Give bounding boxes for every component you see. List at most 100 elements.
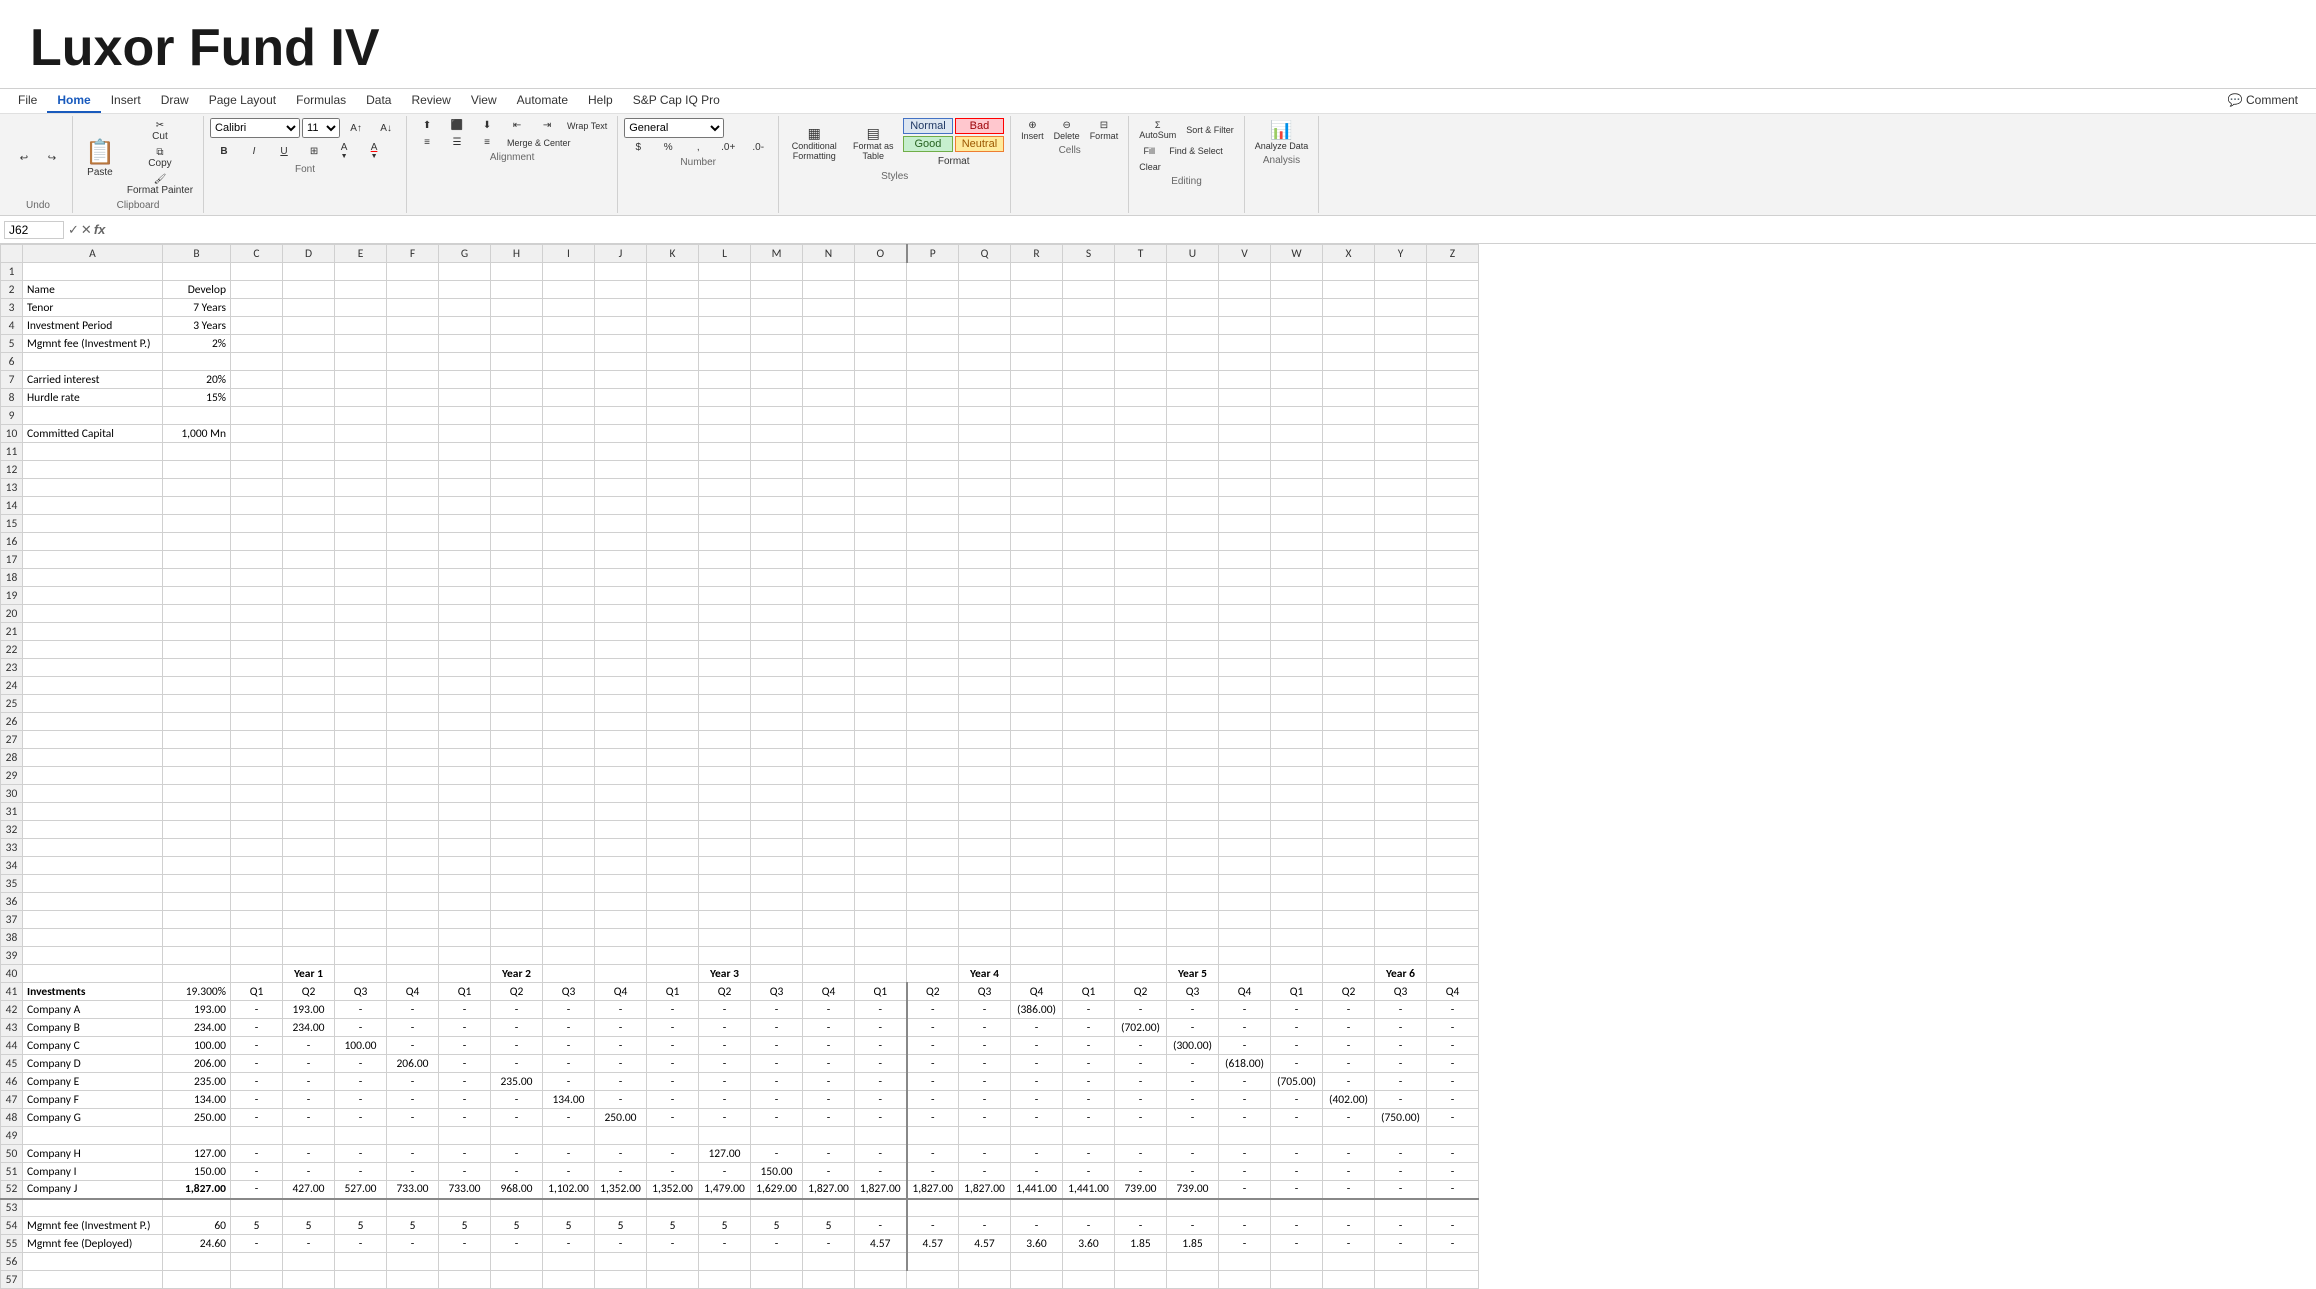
comment-button[interactable]: 💬 Comment [2218, 89, 2308, 113]
cell[interactable]: - [1271, 1019, 1323, 1037]
cell[interactable]: - [1063, 1073, 1115, 1091]
cell[interactable]: - [231, 1001, 283, 1019]
cell[interactable] [491, 1199, 543, 1217]
cell[interactable] [1375, 677, 1427, 695]
col-header-d[interactable]: D [283, 245, 335, 263]
cell[interactable]: - [491, 1163, 543, 1181]
col-header-i[interactable]: I [543, 245, 595, 263]
cell[interactable] [387, 371, 439, 389]
cell[interactable] [163, 587, 231, 605]
cell[interactable] [803, 461, 855, 479]
cell[interactable] [163, 551, 231, 569]
cell[interactable] [751, 299, 803, 317]
cell[interactable] [231, 407, 283, 425]
cell[interactable] [751, 317, 803, 335]
cell[interactable] [1011, 767, 1063, 785]
cell[interactable] [1011, 695, 1063, 713]
cell[interactable] [439, 461, 491, 479]
cell[interactable] [855, 803, 907, 821]
cell[interactable] [907, 965, 959, 983]
cell[interactable] [163, 929, 231, 947]
cell[interactable] [1063, 659, 1115, 677]
cell[interactable]: - [1011, 1091, 1063, 1109]
col-header-b[interactable]: B [163, 245, 231, 263]
cell[interactable] [1271, 425, 1323, 443]
cell[interactable] [543, 875, 595, 893]
col-header-p[interactable]: P [907, 245, 959, 263]
cell[interactable] [1271, 515, 1323, 533]
cell[interactable] [595, 803, 647, 821]
cell[interactable]: Year 3 [699, 965, 751, 983]
cell[interactable]: - [543, 1145, 595, 1163]
cell[interactable] [1323, 569, 1375, 587]
cell[interactable] [1115, 497, 1167, 515]
cell[interactable] [803, 281, 855, 299]
cell[interactable]: - [491, 1109, 543, 1127]
cell[interactable]: - [335, 1055, 387, 1073]
cell[interactable] [855, 263, 907, 281]
cell[interactable] [1063, 965, 1115, 983]
cell[interactable]: - [1375, 1037, 1427, 1055]
cell[interactable] [1375, 335, 1427, 353]
cell[interactable] [1011, 407, 1063, 425]
cell[interactable] [1323, 623, 1375, 641]
cell[interactable] [491, 875, 543, 893]
cell[interactable] [699, 497, 751, 515]
cell[interactable] [1219, 533, 1271, 551]
cell[interactable] [491, 893, 543, 911]
cell[interactable] [1271, 875, 1323, 893]
cell[interactable] [1167, 389, 1219, 407]
cell[interactable] [595, 677, 647, 695]
cell[interactable]: - [1323, 1019, 1375, 1037]
cell[interactable]: - [751, 1019, 803, 1037]
analyze-data-button[interactable]: 📊 Analyze Data [1251, 118, 1313, 153]
cell[interactable] [163, 1127, 231, 1145]
cell[interactable] [163, 875, 231, 893]
cell[interactable] [283, 929, 335, 947]
cell[interactable] [1167, 875, 1219, 893]
cell[interactable] [1219, 263, 1271, 281]
cell[interactable] [387, 1199, 439, 1217]
cell[interactable] [335, 1271, 387, 1289]
format-as-table-button[interactable]: ▤ Format as Table [847, 118, 899, 169]
cell[interactable] [699, 929, 751, 947]
border-button[interactable]: ⊞ [300, 144, 328, 159]
cell[interactable] [907, 875, 959, 893]
style-good[interactable]: Good [903, 136, 952, 152]
cell[interactable]: - [439, 1001, 491, 1019]
cell[interactable] [491, 803, 543, 821]
undo-button[interactable]: ↩ [10, 151, 38, 166]
cell[interactable] [387, 281, 439, 299]
cell[interactable] [751, 659, 803, 677]
cell[interactable]: - [1427, 1055, 1479, 1073]
cell[interactable] [1375, 299, 1427, 317]
cell[interactable] [855, 497, 907, 515]
cell[interactable]: - [1063, 1037, 1115, 1055]
cell[interactable]: - [595, 1019, 647, 1037]
cell[interactable] [751, 857, 803, 875]
cell[interactable] [283, 425, 335, 443]
cell[interactable]: - [283, 1163, 335, 1181]
cell[interactable] [855, 353, 907, 371]
cell[interactable] [751, 821, 803, 839]
cell[interactable]: - [543, 1001, 595, 1019]
cell[interactable] [907, 749, 959, 767]
tab-review[interactable]: Review [401, 89, 460, 113]
cell[interactable] [1011, 821, 1063, 839]
cell[interactable] [1323, 713, 1375, 731]
cell[interactable]: - [1271, 1001, 1323, 1019]
cell[interactable] [283, 371, 335, 389]
cell[interactable] [907, 839, 959, 857]
cell[interactable] [751, 839, 803, 857]
cell[interactable] [1011, 479, 1063, 497]
cell[interactable] [439, 533, 491, 551]
align-left-button[interactable]: ≡ [413, 135, 441, 150]
cell[interactable] [387, 659, 439, 677]
cell[interactable] [491, 461, 543, 479]
cell[interactable] [647, 965, 699, 983]
cell[interactable] [1011, 461, 1063, 479]
cell[interactable] [491, 497, 543, 515]
cell[interactable] [1219, 1271, 1271, 1289]
cell[interactable]: - [647, 1235, 699, 1253]
cell[interactable] [283, 821, 335, 839]
